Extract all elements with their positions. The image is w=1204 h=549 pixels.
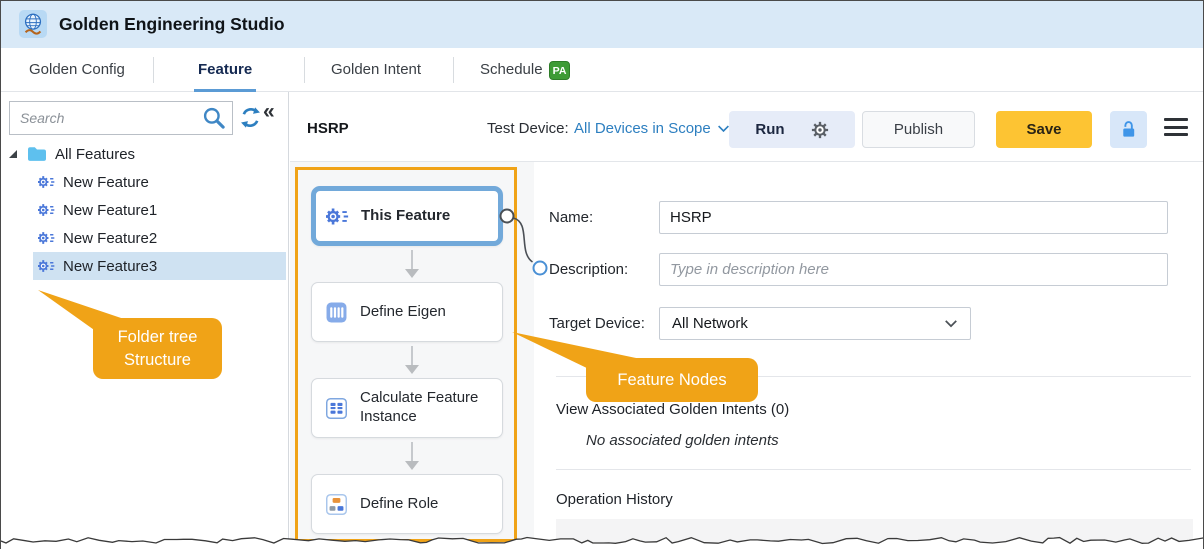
tab-golden-config[interactable]: Golden Config: [29, 61, 125, 78]
name-field[interactable]: [659, 201, 1168, 234]
node-define-role[interactable]: Define Role: [311, 474, 503, 534]
description-label: Description:: [549, 261, 628, 278]
feature-detail-panel: Name: Description: Target Device: All Ne…: [534, 162, 1204, 549]
feature-gear-icon: [38, 203, 55, 217]
tab-schedule[interactable]: Schedule: [480, 61, 543, 78]
chevron-down-icon: [944, 319, 958, 328]
node-label: Define Eigen: [360, 303, 452, 322]
test-device-label: Test Device:: [487, 120, 569, 137]
target-device-value: All Network: [672, 315, 748, 332]
unlock-icon: [1119, 120, 1138, 139]
tree-root-label: All Features: [55, 146, 135, 163]
node-label: Define Role: [360, 495, 444, 514]
chevron-down-icon: [717, 124, 730, 133]
target-device-select[interactable]: All Network: [659, 307, 971, 340]
globe-icon: [20, 11, 46, 37]
feature-toolbar: HSRP Test Device: All Devices in Scope R…: [290, 92, 1204, 162]
folder-icon: [27, 146, 47, 162]
save-button[interactable]: Save: [996, 111, 1092, 148]
feature-nodes-callout: Feature Nodes: [586, 358, 758, 402]
tab-separator: [304, 57, 305, 83]
publish-button[interactable]: Publish: [862, 111, 975, 148]
node-label: Calculate Feature Instance: [360, 389, 502, 427]
callout-text: Folder tree: [118, 328, 198, 346]
app-header: Golden Engineering Studio: [1, 1, 1203, 48]
feature-gear-icon: [326, 206, 349, 227]
app-logo: [19, 10, 47, 38]
tab-bar: Golden Config Feature Golden Intent Sche…: [1, 48, 1203, 92]
tree-item-label: New Feature2: [63, 230, 157, 247]
test-device-dropdown[interactable]: All Devices in Scope: [574, 120, 730, 137]
workflow-canvas: This Feature Define Eigen Calculate Feat…: [290, 162, 534, 549]
description-field[interactable]: [659, 253, 1168, 286]
refresh-icon[interactable]: [239, 106, 262, 129]
tree-root-all-features[interactable]: All Features: [1, 140, 288, 168]
divider: [556, 469, 1191, 470]
no-intents-text: No associated golden intents: [586, 432, 779, 449]
tree-item-label: New Feature1: [63, 202, 157, 219]
tree-item-new-feature2[interactable]: New Feature2: [33, 224, 286, 252]
app-window: Golden Engineering Studio Golden Config …: [0, 0, 1204, 549]
instance-grid-icon: [325, 398, 348, 419]
run-settings-gear-icon[interactable]: [811, 121, 829, 139]
search-input[interactable]: [10, 110, 202, 126]
search-icon[interactable]: [202, 106, 226, 130]
target-device-label: Target Device:: [549, 315, 645, 332]
feature-tree: All Features New Feature New Feature1 Ne…: [1, 140, 288, 280]
node-calculate-feature-instance[interactable]: Calculate Feature Instance: [311, 378, 503, 438]
name-label: Name:: [549, 209, 593, 226]
run-button[interactable]: Run: [729, 111, 855, 148]
folder-tree-callout: Folder tree Structure: [93, 318, 222, 379]
pa-badge: PA: [549, 61, 570, 80]
collapse-sidebar-icon[interactable]: «: [263, 100, 273, 124]
role-org-icon: [325, 494, 348, 515]
flow-arrow: [290, 442, 534, 470]
tree-item-label: New Feature3: [63, 258, 157, 275]
feature-gear-icon: [38, 231, 55, 245]
view-associated-intents-link[interactable]: View Associated Golden Intents (0): [556, 401, 789, 418]
callout-text: Structure: [124, 351, 191, 369]
tree-item-label: New Feature: [63, 174, 149, 191]
lock-button[interactable]: [1110, 111, 1147, 148]
test-device-value: All Devices in Scope: [574, 120, 711, 137]
tree-item-new-feature[interactable]: New Feature: [33, 168, 286, 196]
tab-separator: [453, 57, 454, 83]
flow-arrow: [290, 346, 534, 374]
search-box: [9, 101, 233, 135]
node-this-feature[interactable]: This Feature: [311, 186, 503, 246]
node-label: This Feature: [361, 207, 456, 226]
app-title: Golden Engineering Studio: [59, 14, 285, 35]
feature-title: HSRP: [307, 120, 349, 137]
feature-gear-icon: [38, 175, 55, 189]
eigen-icon: [325, 302, 348, 323]
node-define-eigen[interactable]: Define Eigen: [311, 282, 503, 342]
operation-history-header-bar: [556, 519, 1193, 549]
expander-icon[interactable]: [9, 150, 17, 158]
tree-item-new-feature1[interactable]: New Feature1: [33, 196, 286, 224]
feature-gear-icon: [38, 259, 55, 273]
run-label: Run: [755, 121, 784, 138]
tree-item-new-feature3[interactable]: New Feature3: [33, 252, 286, 280]
operation-history-title: Operation History: [556, 491, 673, 508]
tab-feature[interactable]: Feature: [198, 61, 252, 78]
tab-separator: [153, 57, 154, 83]
menu-icon[interactable]: [1164, 118, 1188, 136]
flow-arrow: [290, 250, 534, 278]
tab-golden-intent[interactable]: Golden Intent: [331, 61, 421, 78]
